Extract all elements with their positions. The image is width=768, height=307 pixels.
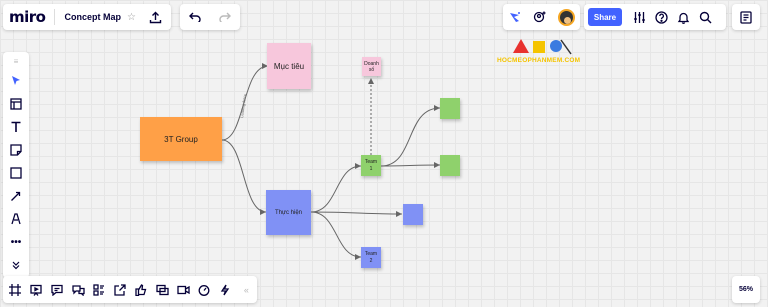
share-button[interactable]: Share: [588, 8, 622, 26]
sticky-revenue[interactable]: Doanh số: [362, 57, 381, 76]
right-toolbar: Share: [584, 4, 726, 30]
sticky-note-icon[interactable]: [5, 139, 27, 161]
sticky-3t-group[interactable]: 3T Group: [140, 117, 222, 161]
sticky-green-empty-top[interactable]: [440, 98, 460, 119]
collapse-left-icon[interactable]: «: [236, 279, 257, 301]
chat-icon[interactable]: [68, 279, 89, 301]
pen-icon[interactable]: [5, 208, 27, 230]
celebrate-icon[interactable]: [508, 10, 522, 24]
expand-down-icon[interactable]: [5, 254, 27, 276]
board-notes-icon[interactable]: [732, 4, 760, 30]
collaboration-bar: [503, 4, 580, 30]
settings-sliders-icon[interactable]: [628, 6, 650, 28]
connector-label: Leading force: [239, 93, 247, 118]
sticky-text: Team 1: [364, 158, 378, 172]
miro-logo[interactable]: miro: [9, 8, 46, 26]
reactions-icon[interactable]: [131, 279, 152, 301]
templates-icon[interactable]: [5, 93, 27, 115]
text-icon[interactable]: [5, 116, 27, 138]
redo-icon[interactable]: [219, 12, 231, 22]
connector-group-execution[interactable]: [221, 139, 267, 213]
zoom-level[interactable]: 56%: [732, 276, 760, 303]
board-header: miro Concept Map ☆: [3, 4, 171, 30]
sticky-text: Mục tiêu: [273, 61, 305, 71]
export-icon[interactable]: [110, 279, 131, 301]
sticky-team1[interactable]: Team 1: [361, 155, 381, 176]
sticky-goal[interactable]: Mục tiêu: [267, 43, 311, 89]
sticky-text: Team 2: [364, 250, 378, 264]
upload-icon[interactable]: [146, 7, 166, 27]
search-icon[interactable]: [694, 6, 716, 28]
presentation-icon[interactable]: [26, 279, 47, 301]
comments-icon[interactable]: [47, 279, 68, 301]
connector-execution-team1[interactable]: [310, 165, 362, 213]
board-canvas[interactable]: Leading force: [0, 0, 768, 307]
connector-execution-team2[interactable]: [310, 211, 362, 258]
video-icon[interactable]: [173, 279, 194, 301]
more-icon[interactable]: •••: [5, 231, 27, 253]
connector-team1-green-bottom[interactable]: [380, 164, 441, 167]
board-title[interactable]: Concept Map: [64, 12, 121, 22]
connector-execution-blue-note[interactable]: [310, 211, 403, 215]
undo-icon[interactable]: [189, 12, 201, 22]
sticky-green-empty-bottom[interactable]: [440, 155, 460, 176]
divider: [54, 9, 56, 25]
collaboration-toolbar: «: [3, 276, 257, 303]
star-icon[interactable]: ☆: [127, 12, 136, 23]
sticky-blue-empty[interactable]: [403, 204, 423, 225]
undo-redo-bar: [180, 4, 240, 30]
sticky-execution[interactable]: Thực hiện: [266, 190, 311, 235]
creation-toolbar: ≡ •••: [3, 52, 29, 278]
cards-icon[interactable]: [89, 279, 110, 301]
sticky-text: Thực hiện: [274, 209, 303, 216]
shape-icon[interactable]: [5, 162, 27, 184]
collapse-icon[interactable]: ≡: [5, 53, 27, 69]
screen-share-icon[interactable]: [152, 279, 173, 301]
sticky-text: Doanh số: [364, 60, 379, 73]
help-icon[interactable]: [650, 6, 672, 28]
arrowhead: [368, 78, 374, 84]
connector-team1-green-top[interactable]: [380, 107, 441, 167]
add-collaborator-icon[interactable]: [533, 10, 547, 24]
timer-icon[interactable]: [194, 279, 215, 301]
voting-icon[interactable]: [215, 279, 236, 301]
arrowhead: [396, 211, 402, 217]
avatar[interactable]: [557, 8, 575, 26]
sticky-text: 3T Group: [164, 134, 198, 144]
watermark-text: HOCMEOPHANMEM.COM: [497, 57, 581, 64]
sticky-team2[interactable]: Team 2: [361, 247, 381, 268]
pen-line-icon[interactable]: [5, 185, 27, 207]
notifications-bell-icon[interactable]: [672, 6, 694, 28]
frames-icon[interactable]: [5, 279, 26, 301]
select-cursor-icon[interactable]: [5, 70, 27, 92]
